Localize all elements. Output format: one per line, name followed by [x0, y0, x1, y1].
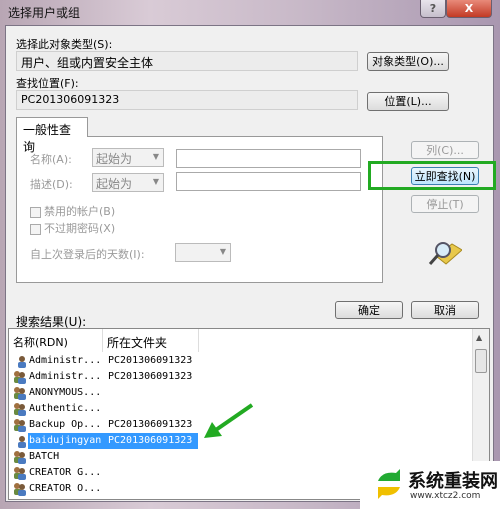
row-name: Backup Op...: [29, 419, 102, 430]
watermark-logo-icon: [378, 469, 400, 499]
watermark: 系统重装网 www.xtcz2.com: [360, 461, 500, 509]
days-since-logon-label: 自上次登录后的天数(I):: [30, 248, 145, 261]
columns-button[interactable]: 列(C)...: [411, 141, 479, 159]
group-icon: [14, 387, 26, 400]
name-mode-select[interactable]: 起始为 ▼: [92, 148, 164, 167]
group-icon: [14, 483, 26, 496]
table-row[interactable]: Authentic...: [9, 401, 199, 417]
row-folder: PC201306091323: [108, 433, 193, 449]
name-mode-value: 起始为: [96, 152, 133, 166]
object-type-field: 用户、组或内置安全主体: [16, 51, 358, 71]
description-input[interactable]: [176, 172, 361, 191]
row-name: Authentic...: [29, 403, 102, 414]
ok-button[interactable]: 确定: [335, 301, 403, 319]
help-button[interactable]: ?: [420, 0, 446, 18]
table-row[interactable]: ANONYMOUS...: [9, 385, 199, 401]
cancel-button[interactable]: 取消: [411, 301, 479, 319]
user-icon: [18, 436, 26, 448]
checkbox-box[interactable]: [30, 206, 41, 218]
chevron-down-icon: ▼: [152, 152, 159, 161]
days-since-logon-select[interactable]: ▼: [175, 243, 231, 262]
group-icon: [14, 419, 26, 432]
description-mode-value: 起始为: [96, 177, 133, 191]
row-name: Administr...: [29, 371, 102, 382]
non-expiring-password-checkbox[interactable]: 不过期密码(X): [30, 220, 115, 236]
group-icon: [14, 371, 26, 384]
watermark-text: 系统重装网: [408, 471, 498, 492]
disabled-accounts-label: 禁用的帐户(B): [44, 205, 116, 218]
description-mode-select[interactable]: 起始为 ▼: [92, 173, 164, 192]
row-name: Administr...: [29, 355, 102, 366]
location-field: PC201306091323: [16, 90, 358, 110]
group-icon: [14, 467, 26, 480]
row-folder: PC201306091323: [108, 355, 193, 366]
row-name: BATCH: [29, 451, 60, 462]
description-label: 描述(D):: [30, 178, 73, 191]
row-name: CREATOR O...: [29, 483, 102, 494]
table-row[interactable]: Administr... PC201306091323: [9, 353, 199, 369]
locations-button[interactable]: 位置(L)...: [367, 92, 449, 111]
checkbox-box[interactable]: [30, 223, 41, 235]
scroll-up-icon[interactable]: ▲: [476, 333, 482, 342]
stop-button[interactable]: 停止(T): [411, 195, 479, 213]
disabled-accounts-checkbox[interactable]: 禁用的帐户(B): [30, 203, 115, 219]
table-row[interactable]: BATCH: [9, 449, 199, 465]
group-icon: [14, 403, 26, 416]
chevron-down-icon: ▼: [219, 247, 226, 256]
close-button[interactable]: X: [446, 0, 492, 18]
table-row[interactable]: baidujingyan PC201306091323: [9, 433, 199, 449]
non-expiring-label: 不过期密码(X): [44, 222, 116, 235]
chevron-down-icon: ▼: [152, 177, 159, 186]
row-name: ANONYMOUS...: [29, 387, 102, 398]
row-name: baidujingyan: [29, 433, 102, 449]
tab-general-queries[interactable]: 一般性查询: [16, 117, 88, 154]
find-now-button[interactable]: 立即查找(N): [411, 167, 479, 185]
name-label: 名称(A):: [30, 153, 72, 166]
row-folder: PC201306091323: [108, 419, 193, 430]
object-types-button[interactable]: 对象类型(O)...: [367, 52, 449, 71]
table-row[interactable]: CREATOR G...: [9, 465, 199, 481]
green-arrow-annotation: [204, 403, 254, 438]
row-folder: PC201306091323: [108, 371, 193, 382]
watermark-url: www.xtcz2.com: [410, 491, 481, 501]
window-title: 选择用户或组: [8, 6, 81, 20]
group-icon: [14, 451, 26, 464]
search-magnifier-icon: [428, 242, 462, 265]
row-name: CREATOR G...: [29, 467, 102, 478]
scrollbar-thumb[interactable]: [475, 349, 487, 373]
table-row[interactable]: Backup Op... PC201306091323: [9, 417, 199, 433]
table-row[interactable]: Administr... PC201306091323: [9, 369, 199, 385]
table-row[interactable]: CREATOR O...: [9, 481, 199, 497]
column-header-name[interactable]: 名称(RDN): [9, 329, 103, 352]
name-input[interactable]: [176, 149, 361, 168]
user-icon: [18, 356, 26, 368]
column-header-folder[interactable]: 所在文件夹: [103, 329, 199, 352]
object-type-label: 选择此对象类型(S):: [16, 38, 113, 51]
location-label: 查找位置(F):: [16, 77, 79, 90]
